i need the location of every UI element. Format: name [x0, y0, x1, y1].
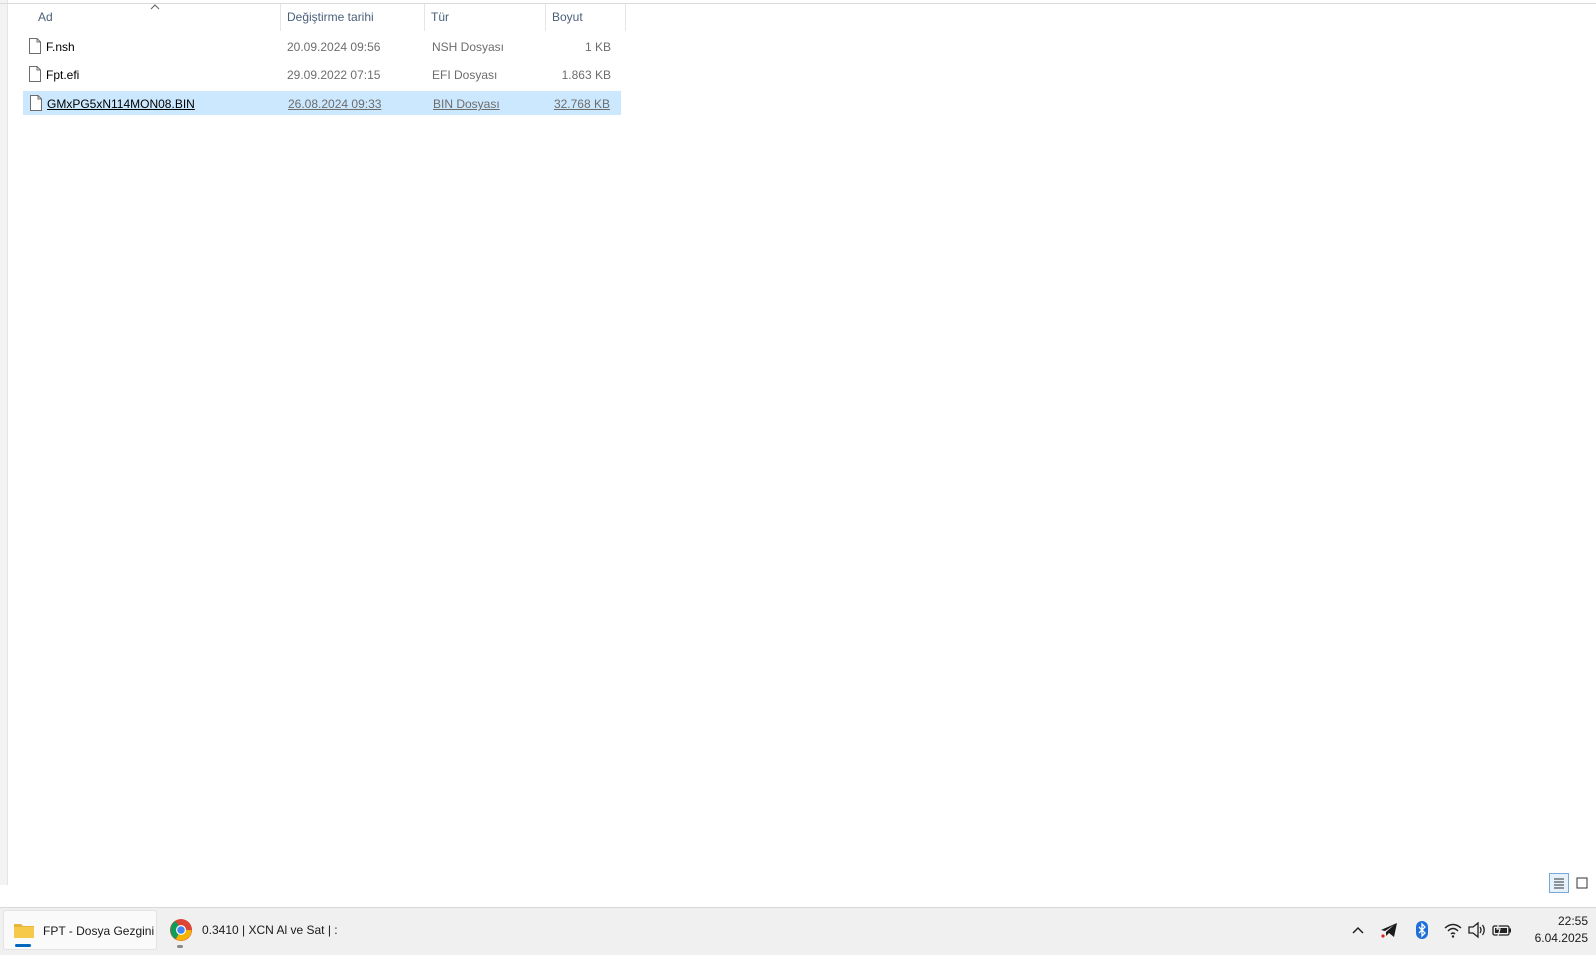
- clock-date: 6.04.2025: [1534, 931, 1588, 945]
- file-name[interactable]: GMxPG5xN114MON08.BIN: [47, 92, 195, 116]
- volume-icon[interactable]: [1467, 920, 1487, 940]
- file-size: 32.768 KB: [553, 97, 610, 111]
- column-header-modified-label: Değiştirme tarihi: [287, 10, 374, 24]
- taskbar-explorer-label: FPT - Dosya Gezgini: [43, 924, 155, 938]
- column-header-size-label: Boyut: [552, 10, 583, 24]
- taskbar-chrome-button[interactable]: 0.3410 | XCN Al ve Sat | :: [164, 910, 338, 950]
- column-header-size[interactable]: Boyut: [545, 4, 625, 31]
- clock-time: 22:55: [1557, 914, 1588, 928]
- file-modified: 26.08.2024 09:33: [288, 97, 382, 111]
- details-view-icon: [1554, 878, 1564, 889]
- file-type: BIN Dosyası: [433, 97, 500, 111]
- taskbar-chrome-label: 0.3410 | XCN Al ve Sat | :: [202, 923, 338, 937]
- taskbar-explorer-button[interactable]: FPT - Dosya Gezgini: [3, 910, 157, 950]
- battery-icon[interactable]: [1492, 920, 1512, 940]
- file-icon: [29, 66, 41, 82]
- file-name[interactable]: Fpt.efi: [46, 63, 79, 87]
- file-row[interactable]: Fpt.efi 29.09.2022 07:15 EFI Dosyası 1.8…: [23, 63, 621, 87]
- file-type: EFI Dosyası: [432, 68, 498, 82]
- file-icon: [29, 38, 41, 54]
- active-window-indicator: [15, 944, 31, 947]
- file-type: NSH Dosyası: [432, 40, 505, 54]
- running-window-indicator: [177, 945, 183, 948]
- file-modified: 29.09.2022 07:15: [287, 68, 381, 82]
- wifi-icon[interactable]: [1443, 920, 1463, 940]
- file-modified: 20.09.2024 09:56: [287, 40, 381, 54]
- large-icons-view-button[interactable]: [1572, 873, 1592, 893]
- telegram-icon[interactable]: [1379, 920, 1399, 940]
- folder-icon: [14, 924, 34, 938]
- bluetooth-icon[interactable]: [1412, 920, 1432, 940]
- file-row-selected[interactable]: GMxPG5xN114MON08.BIN 26.08.2024 09:33 BI…: [23, 91, 621, 115]
- file-explorer-window: Ad Değiştirme tarihi Tür Boyut F.nsh 20.…: [0, 0, 1596, 893]
- column-header-name-label: Ad: [38, 10, 53, 24]
- large-icons-view-icon: [1576, 877, 1588, 889]
- file-row[interactable]: F.nsh 20.09.2024 09:56 NSH Dosyası 1 KB: [23, 35, 621, 59]
- sort-ascending-icon: [150, 4, 160, 10]
- column-header-type-label: Tür: [431, 10, 449, 24]
- taskbar-clock[interactable]: 22:55 6.04.2025: [1518, 913, 1588, 947]
- column-header-modified[interactable]: Değiştirme tarihi: [280, 4, 424, 31]
- file-name[interactable]: F.nsh: [46, 35, 75, 59]
- details-view-button[interactable]: [1549, 873, 1569, 893]
- column-header-type[interactable]: Tür: [424, 4, 545, 31]
- chrome-icon: [170, 919, 192, 941]
- file-size: 1 KB: [584, 40, 611, 54]
- file-icon: [30, 95, 42, 111]
- navigation-pane-edge[interactable]: [0, 0, 8, 885]
- column-separator[interactable]: [625, 4, 626, 31]
- file-size: 1.863 KB: [561, 68, 611, 82]
- chevron-up-icon[interactable]: [1348, 920, 1368, 940]
- taskbar: FPT - Dosya Gezgini 0.3410 | XCN Al ve S…: [0, 907, 1596, 955]
